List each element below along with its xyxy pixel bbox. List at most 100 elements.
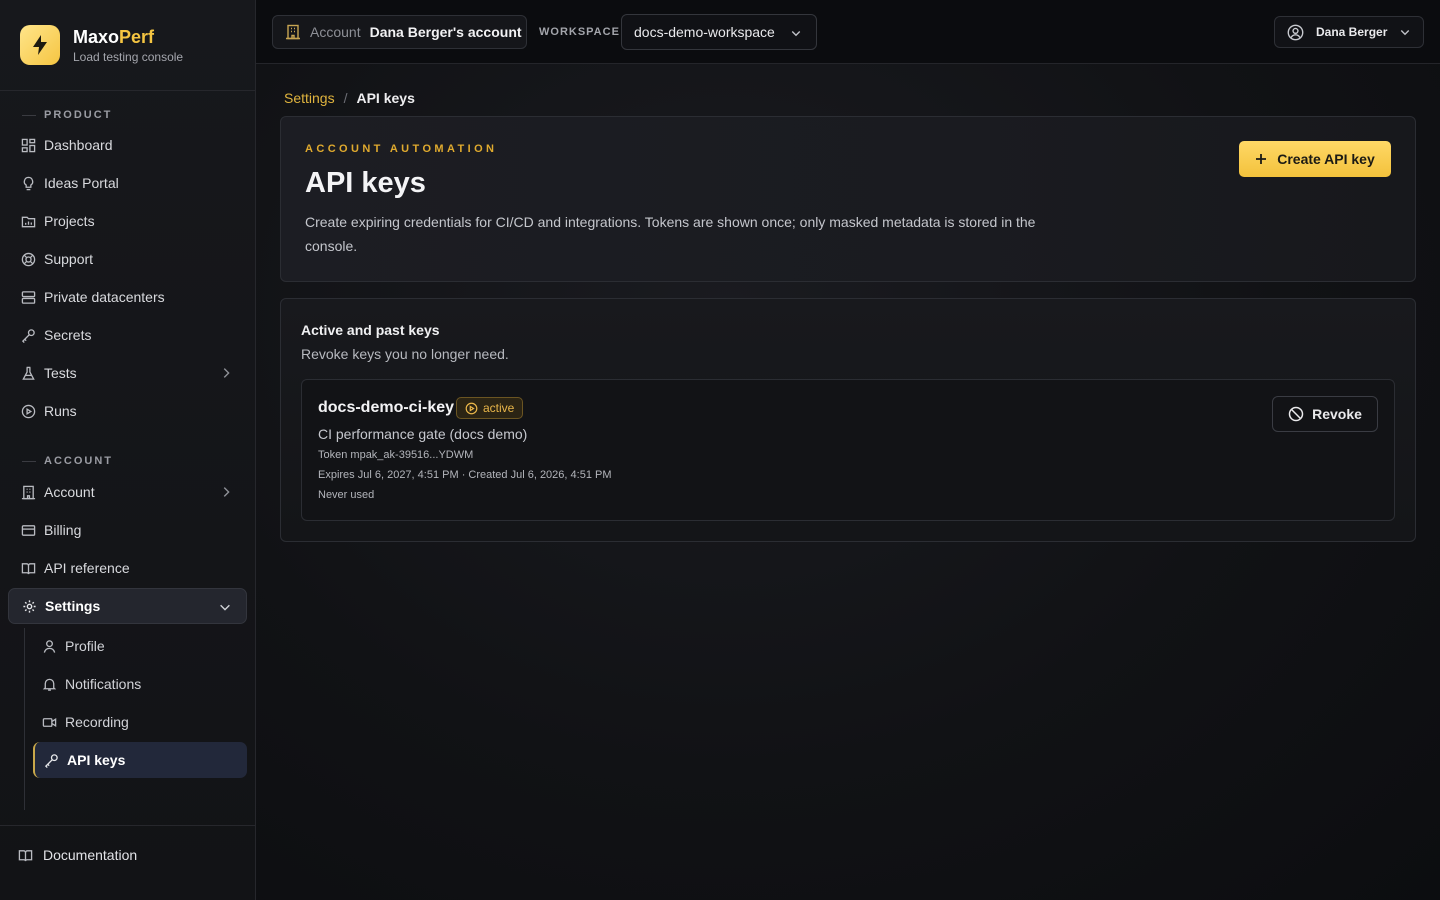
sidebar-subitem-label: Recording xyxy=(65,714,129,730)
page-eyebrow: ACCOUNT AUTOMATION xyxy=(305,143,498,155)
sidebar-subitem-api-keys[interactable]: API keys xyxy=(33,742,247,778)
page-header-card: ACCOUNT AUTOMATION API keys Create expir… xyxy=(280,116,1416,282)
sidebar-item-label: API reference xyxy=(44,560,130,576)
sidebar-item-label: Private datacenters xyxy=(44,289,165,305)
sidebar-subitem-profile[interactable]: Profile xyxy=(33,628,247,664)
sidebar-item-dashboard[interactable]: Dashboard xyxy=(8,127,247,163)
api-keys-card: Active and past keys Revoke keys you no … xyxy=(280,298,1416,542)
sidebar-item-billing[interactable]: Billing xyxy=(8,512,247,548)
sidebar-item-label: Tests xyxy=(44,365,77,381)
credit-card-icon xyxy=(20,522,36,538)
top-bar: Account Dana Berger's account WORKSPACE … xyxy=(256,0,1440,64)
breadcrumb-current: API keys xyxy=(356,90,415,106)
user-icon xyxy=(41,638,57,654)
workspace-value: docs-demo-workspace xyxy=(634,24,775,40)
revoke-label: Revoke xyxy=(1312,406,1362,422)
create-api-key-button[interactable]: Create API key xyxy=(1239,141,1391,177)
page-title: API keys xyxy=(305,167,426,199)
sidebar-subitem-notifications[interactable]: Notifications xyxy=(33,666,247,702)
book-icon xyxy=(20,560,36,576)
user-menu[interactable]: Dana Berger xyxy=(1274,16,1424,48)
sidebar-item-label: Account xyxy=(44,484,95,500)
sidebar-item-account[interactable]: Account xyxy=(8,474,247,510)
sidebar-item-projects[interactable]: Projects xyxy=(8,203,247,239)
sidebar-item-label: Ideas Portal xyxy=(44,175,119,191)
sidebar-item-label: Support xyxy=(44,251,94,267)
sidebar: MaxoPerf Load testing console PRODUCT Da… xyxy=(0,0,256,900)
sidebar-subitem-label: Notifications xyxy=(65,676,142,692)
sidebar-item-label: Settings xyxy=(45,598,101,614)
folder-icon xyxy=(20,213,36,229)
keys-card-title: Active and past keys xyxy=(301,322,440,338)
sidebar-item-label: Projects xyxy=(44,213,95,229)
status-badge-label: active xyxy=(483,401,515,415)
breadcrumb-settings-link[interactable]: Settings xyxy=(284,90,335,106)
book-icon xyxy=(18,848,33,863)
chevron-right-icon xyxy=(219,366,233,383)
account-value: Dana Berger's account xyxy=(369,24,522,40)
main-content: Settings / API keys ACCOUNT AUTOMATION A… xyxy=(256,64,1440,900)
bolt-logo-icon xyxy=(20,25,60,65)
api-key-token: Token mpak_ak-39516...YDWM xyxy=(318,449,474,461)
chevron-right-icon xyxy=(219,485,233,502)
section-label-account: ACCOUNT xyxy=(22,454,113,468)
sidebar-item-tests[interactable]: Tests xyxy=(8,355,247,391)
sidebar-item-label: Runs xyxy=(44,403,77,419)
sidebar-divider xyxy=(0,90,255,91)
play-circle-icon xyxy=(465,402,478,415)
sidebar-subitem-label: Profile xyxy=(65,638,105,654)
key-icon xyxy=(20,327,36,343)
sidebar-item-support[interactable]: Support xyxy=(8,241,247,277)
brand[interactable]: MaxoPerf Load testing console xyxy=(20,24,183,66)
sidebar-item-label: Secrets xyxy=(44,327,92,343)
lifebuoy-icon xyxy=(20,251,36,267)
workspace-select[interactable]: docs-demo-workspace xyxy=(621,14,817,50)
breadcrumb: Settings / API keys xyxy=(284,90,415,106)
section-label-product: PRODUCT xyxy=(22,108,112,122)
chevron-down-icon xyxy=(218,600,232,617)
lightbulb-icon xyxy=(20,175,36,191)
brand-subtitle: Load testing console xyxy=(73,49,184,64)
breadcrumb-separator: / xyxy=(343,90,348,106)
grid-icon xyxy=(20,137,36,153)
sidebar-subitem-label: API keys xyxy=(67,752,126,768)
api-key-item: docs-demo-ci-key active CI performance g… xyxy=(301,379,1395,521)
bell-icon xyxy=(41,676,57,692)
sidebar-item-settings[interactable]: Settings xyxy=(8,588,247,624)
submenu-rail xyxy=(24,628,25,810)
account-switcher[interactable]: Account Dana Berger's account xyxy=(272,15,527,49)
ban-icon xyxy=(1288,406,1304,422)
sidebar-item-runs[interactable]: Runs xyxy=(8,393,247,429)
page-description: Create expiring credentials for CI/CD an… xyxy=(305,214,1036,254)
keys-card-subtitle: Revoke keys you no longer need. xyxy=(301,346,509,362)
play-circle-icon xyxy=(20,403,36,419)
sidebar-item-ideas-portal[interactable]: Ideas Portal xyxy=(8,165,247,201)
sidebar-item-label: Billing xyxy=(44,522,82,538)
status-badge: active xyxy=(456,397,524,419)
account-label: Account xyxy=(310,24,361,40)
video-icon xyxy=(41,714,57,730)
building-icon xyxy=(20,484,36,500)
documentation-link[interactable]: Documentation xyxy=(8,838,247,872)
chevron-down-icon xyxy=(1399,26,1411,38)
revoke-button[interactable]: Revoke xyxy=(1272,396,1378,432)
api-key-dates: Expires Jul 6, 2027, 4:51 PM · Created J… xyxy=(318,469,612,481)
sidebar-item-private-datacenters[interactable]: Private datacenters xyxy=(8,279,247,315)
sidebar-item-label: Dashboard xyxy=(44,137,113,153)
create-api-key-label: Create API key xyxy=(1277,151,1375,167)
server-icon xyxy=(20,289,36,305)
sidebar-subitem-recording[interactable]: Recording xyxy=(33,704,247,740)
workspace-label: WORKSPACE xyxy=(539,26,620,38)
gear-icon xyxy=(21,598,37,614)
sidebar-item-api-reference[interactable]: API reference xyxy=(8,550,247,586)
sidebar-item-secrets[interactable]: Secrets xyxy=(8,317,247,353)
building-icon xyxy=(285,24,301,40)
api-key-usage: Never used xyxy=(318,489,375,501)
api-key-name: docs-demo-ci-key xyxy=(318,399,455,416)
chevron-down-icon xyxy=(790,27,802,39)
api-key-description: CI performance gate (docs demo) xyxy=(318,426,528,442)
plus-icon xyxy=(1255,153,1267,165)
documentation-label: Documentation xyxy=(43,847,138,863)
user-circle-icon xyxy=(1287,24,1304,41)
user-name: Dana Berger xyxy=(1316,25,1388,39)
